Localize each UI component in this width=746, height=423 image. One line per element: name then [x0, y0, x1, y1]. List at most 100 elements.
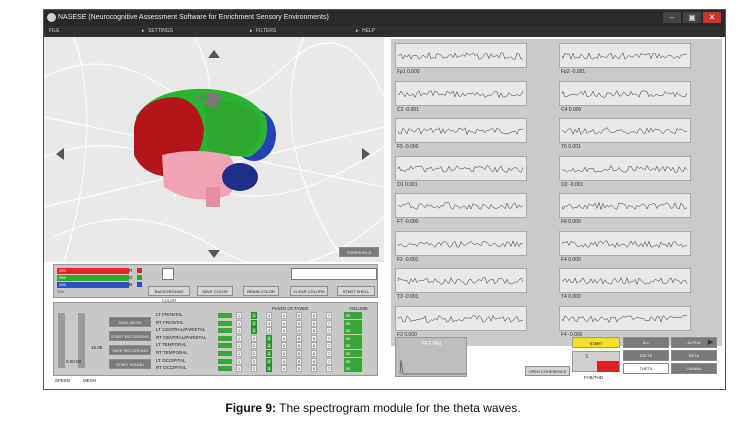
octave-toggle[interactable]: 4: [281, 319, 287, 327]
start-sound-button[interactable]: START SOUND: [109, 359, 151, 369]
octave-toggle[interactable]: 7: [326, 312, 332, 319]
octave-toggle[interactable]: 2: [251, 334, 257, 342]
background-color-button[interactable]: BACKGROUND COLOR: [148, 286, 190, 303]
rotate-left-icon[interactable]: [56, 148, 64, 160]
octave-toggle[interactable]: 2: [251, 365, 257, 373]
octave-toggle[interactable]: 4: [281, 334, 287, 342]
octave-toggle[interactable]: 1: [236, 319, 242, 327]
octave-toggle[interactable]: 1: [236, 350, 242, 357]
green-slider[interactable]: 255: [57, 275, 129, 281]
octave-toggle[interactable]: 7: [326, 350, 332, 357]
octave-toggle[interactable]: 6: [311, 327, 317, 335]
octave-toggle[interactable]: 1: [236, 342, 242, 350]
octave-toggle[interactable]: 6: [311, 365, 317, 373]
octave-toggle[interactable]: 2: [251, 342, 257, 350]
maximize-button[interactable]: ▣: [683, 12, 701, 23]
save-color-button[interactable]: SAVE COLOR: [197, 286, 233, 296]
octave-toggle[interactable]: 4: [281, 327, 287, 335]
octave-toggle[interactable]: 3: [266, 312, 272, 319]
octave-toggle[interactable]: 7: [326, 342, 332, 350]
rotate-up-icon[interactable]: [208, 50, 220, 58]
rotate-down-icon[interactable]: [208, 250, 220, 258]
band-button-theta[interactable]: THETA: [623, 363, 669, 374]
octave-toggle[interactable]: 4: [281, 365, 287, 373]
band-button-gamma[interactable]: GAMMA: [671, 363, 717, 374]
octave-toggle[interactable]: 7: [326, 319, 332, 327]
menu-help[interactable]: HELP: [362, 26, 375, 37]
volume-slider[interactable]: 50: [344, 342, 362, 350]
volume-slider[interactable]: 50: [344, 327, 362, 335]
close-button[interactable]: ✕: [703, 12, 721, 23]
octave-toggle[interactable]: 5: [296, 365, 302, 373]
start-shell-button[interactable]: START SHELL: [337, 286, 375, 296]
octave-toggle[interactable]: 1: [236, 357, 242, 365]
start-fft-button[interactable]: START: [572, 337, 620, 348]
octave-toggle[interactable]: 6: [311, 312, 317, 319]
octave-toggle[interactable]: 5: [296, 342, 302, 350]
blue-slider[interactable]: 255: [57, 282, 129, 288]
band-button-delta[interactable]: DELTA: [623, 350, 669, 361]
octave-toggle[interactable]: 3: [266, 350, 272, 357]
octave-toggle[interactable]: 2: [251, 312, 257, 319]
octave-toggle[interactable]: 5: [296, 334, 302, 342]
band-button-beta[interactable]: BETA: [671, 350, 717, 361]
octave-toggle[interactable]: 5: [296, 350, 302, 357]
octave-toggle[interactable]: 1: [236, 327, 242, 335]
volume-slider[interactable]: 50: [344, 365, 362, 373]
octave-toggle[interactable]: 3: [266, 319, 272, 327]
eeg-channel-label: F5 -0.000: [397, 144, 418, 150]
octave-toggle[interactable]: 5: [296, 357, 302, 365]
menu-settings[interactable]: SETTINGS: [148, 26, 173, 37]
octave-toggle[interactable]: 5: [296, 327, 302, 335]
speed-slider[interactable]: [58, 313, 65, 368]
brain-viewer[interactable]: THRESHOLD: [44, 37, 384, 262]
octave-toggle[interactable]: 7: [326, 334, 332, 342]
volume-slider[interactable]: 50: [344, 319, 362, 327]
menu-file[interactable]: FILE: [49, 26, 60, 37]
octave-toggle[interactable]: 4: [281, 357, 287, 365]
save-recording-button[interactable]: SAVE RECORDING: [109, 345, 151, 355]
octave-toggle[interactable]: 3: [266, 357, 272, 365]
eeg-channel-label: C4 0.000: [561, 107, 581, 113]
octave-toggle[interactable]: 2: [251, 319, 257, 327]
octave-toggle[interactable]: 3: [266, 327, 272, 335]
clear-colors-button[interactable]: CLEAR COLORS: [290, 286, 328, 296]
menu-filters[interactable]: FILTERS: [256, 26, 276, 37]
volume-slider[interactable]: 50: [344, 312, 362, 319]
band-button-all[interactable]: ALL: [623, 337, 669, 348]
save-mesh-button[interactable]: SAVE MESH: [109, 317, 151, 327]
octave-toggle[interactable]: 4: [281, 350, 287, 357]
red-slider[interactable]: 255: [57, 268, 129, 274]
minimize-button[interactable]: –: [663, 12, 681, 23]
volume-slider[interactable]: 50: [344, 350, 362, 357]
octave-toggle[interactable]: 1: [236, 334, 242, 342]
octave-toggle[interactable]: 3: [266, 342, 272, 350]
octave-toggle[interactable]: 6: [311, 350, 317, 357]
octave-toggle[interactable]: 3: [266, 334, 272, 342]
volume-slider[interactable]: 50: [344, 334, 362, 342]
octave-toggle[interactable]: 7: [326, 365, 332, 373]
octave-toggle[interactable]: 7: [326, 357, 332, 365]
octave-toggle[interactable]: 1: [236, 312, 242, 319]
octave-toggle[interactable]: 4: [281, 342, 287, 350]
octave-toggle[interactable]: 4: [281, 312, 287, 319]
start-recording-button[interactable]: START RECORDING: [109, 331, 151, 341]
octave-toggle[interactable]: 3: [266, 365, 272, 373]
octave-toggle[interactable]: 2: [251, 350, 257, 357]
open-coherence-button[interactable]: OPEN COHERENCE: [525, 366, 570, 376]
octave-toggle[interactable]: 1: [236, 365, 242, 373]
octave-toggle[interactable]: 6: [311, 334, 317, 342]
octave-toggle[interactable]: 6: [311, 357, 317, 365]
octave-toggle[interactable]: 2: [251, 327, 257, 335]
octave-toggle[interactable]: 6: [311, 319, 317, 327]
volume-slider[interactable]: 50: [344, 357, 362, 365]
octave-toggle[interactable]: 7: [326, 327, 332, 335]
color-palette-strip[interactable]: [291, 268, 377, 280]
octave-toggle[interactable]: 5: [296, 312, 302, 319]
octave-toggle[interactable]: 6: [311, 342, 317, 350]
threshold-button[interactable]: THRESHOLD: [339, 247, 379, 257]
octave-toggle[interactable]: 2: [251, 357, 257, 365]
eeg-channel-label: F4 0.000: [561, 257, 581, 263]
brain-color-button[interactable]: BRAIN COLOR: [243, 286, 279, 296]
octave-toggle[interactable]: 5: [296, 319, 302, 327]
